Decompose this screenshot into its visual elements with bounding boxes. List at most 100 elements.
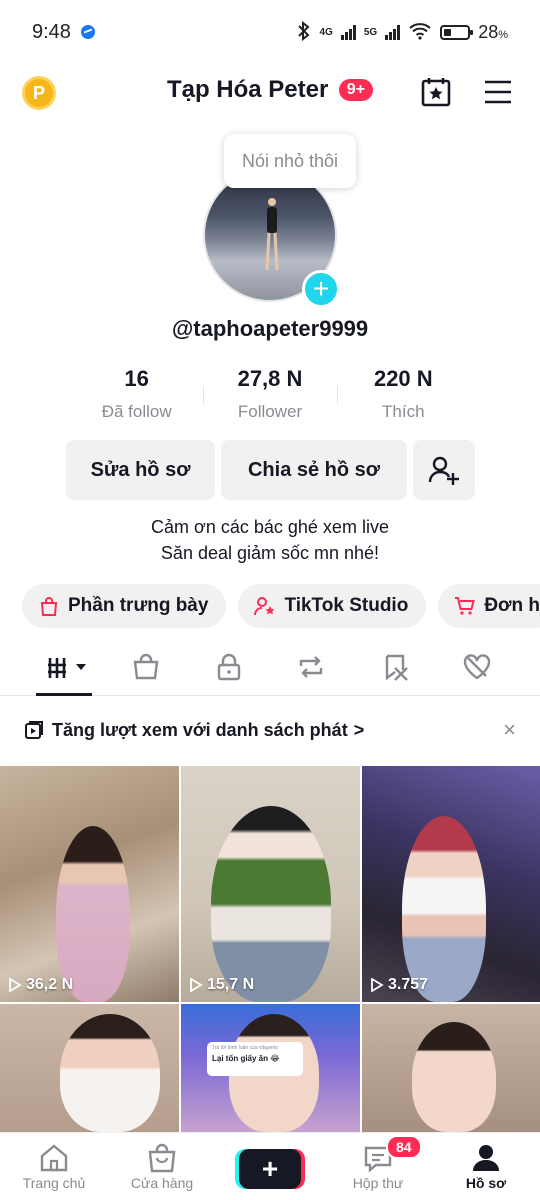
create-button[interactable]: + <box>239 1149 301 1189</box>
status-icons: 4G 5G 28% <box>296 20 508 44</box>
chip-studio-label: TikTok Studio <box>284 595 409 616</box>
signal-icon-2 <box>385 24 401 40</box>
chip-tiktok-studio[interactable]: TikTok Studio <box>238 584 427 628</box>
account-badge: 9+ <box>338 79 374 101</box>
network-label-4g: 4G <box>319 26 333 38</box>
view-count: 15,7 N <box>189 976 254 994</box>
video-subject <box>402 816 486 1002</box>
avatar-figure <box>265 198 279 271</box>
bio-line-1: Cảm ơn các bác ghé xem live <box>151 517 389 537</box>
share-profile-button[interactable]: Chia sẻ hồ sơ <box>221 440 407 500</box>
video-subject <box>412 1022 496 1132</box>
view-count-value: 3.757 <box>388 976 429 993</box>
bottom-nav: Trang chủ Cửa hàng + Hộp thư 84 Hồ sơ <box>0 1132 540 1200</box>
battery-icon <box>440 24 474 40</box>
tab-videos-grid-icon[interactable] <box>46 652 90 682</box>
stat-followers-value: 27,8 N <box>237 366 303 391</box>
shop-bag-icon <box>148 1143 176 1173</box>
play-icon <box>9 978 22 992</box>
tab-shop-icon[interactable] <box>131 652 161 682</box>
playlist-banner[interactable]: Tăng lượt xem với danh sách phát > × <box>24 712 516 748</box>
add-story-button[interactable]: + <box>302 270 340 308</box>
username: @taphoapeter9999 <box>171 316 369 341</box>
stats-row: 16 Đã follow 27,8 N Follower 220 N Thích <box>70 366 470 426</box>
comment-reply-sticker: Trả lời bình luận của vitquerlo Lại tốn … <box>207 1042 303 1076</box>
inbox-badge: 84 <box>386 1135 422 1159</box>
video-thumbnail[interactable]: 36,2 N <box>0 766 179 1002</box>
edit-profile-button[interactable]: Sửa hồ sơ <box>66 440 215 500</box>
nav-home-label: Trang chủ <box>22 1175 86 1191</box>
stat-followers-label: Follower <box>237 402 303 421</box>
bio-line-2: Săn deal giảm sốc mn nhé! <box>160 543 380 563</box>
video-thumbnail[interactable]: 3.757 <box>362 766 540 1002</box>
nav-inbox-label: Hộp thư <box>352 1175 404 1191</box>
video-grid: 36,2 N 15,7 N 3.757 Trả lời bình luận củ… <box>0 766 540 1132</box>
tab-active-indicator <box>36 693 92 696</box>
reply-sticker-text: Lại tốn giấy ăn 😂 <box>212 1054 280 1063</box>
network-label-5g: 5G <box>363 26 378 38</box>
nav-home[interactable]: Trang chủ <box>0 1133 108 1200</box>
view-count-value: 36,2 N <box>26 976 74 993</box>
stat-following-value: 16 <box>124 366 149 391</box>
add-user-icon <box>428 456 459 485</box>
nav-profile[interactable]: Hồ sơ <box>432 1133 540 1200</box>
menu-icon[interactable] <box>484 78 512 106</box>
video-thumbnail[interactable]: Trả lời bình luận của vitquerlo Lại tốn … <box>181 1004 360 1132</box>
home-icon <box>40 1144 68 1172</box>
close-icon[interactable]: × <box>503 717 516 743</box>
nav-profile-label: Hồ sơ <box>465 1175 507 1191</box>
nav-shop[interactable]: Cửa hàng <box>108 1133 216 1200</box>
calendar-star-icon[interactable] <box>420 76 452 108</box>
tab-repost-icon[interactable] <box>296 652 326 682</box>
video-thumbnail[interactable]: 15,7 N <box>181 766 360 1002</box>
nav-create[interactable]: + <box>216 1133 324 1200</box>
view-count-value: 15,7 N <box>207 976 255 993</box>
status-time: 9:48 <box>32 20 71 43</box>
stat-following[interactable]: 16 Đã follow <box>70 366 203 426</box>
stat-followers[interactable]: 27,8 N Follower <box>203 366 336 426</box>
nav-shop-label: Cửa hàng <box>130 1175 194 1191</box>
content-tabs <box>0 642 540 696</box>
nav-inbox[interactable]: Hộp thư 84 <box>324 1133 432 1200</box>
chip-showcase-label: Phần trưng bày <box>68 595 209 616</box>
play-icon <box>190 978 203 992</box>
stat-likes-label: Thích <box>382 402 425 421</box>
chip-showcase[interactable]: Phần trưng bày <box>22 584 227 628</box>
messenger-icon <box>80 25 95 39</box>
battery-value: 28 <box>478 21 499 42</box>
title-wrap: Tạp Hóa Peter 9+ <box>0 76 540 104</box>
profile-note-bubble[interactable]: Nói nhỏ thôi <box>224 134 356 188</box>
tab-favorites-icon[interactable] <box>381 652 411 682</box>
video-subject <box>60 1014 160 1132</box>
bag-icon <box>40 597 58 616</box>
profile-person-icon <box>473 1145 499 1171</box>
video-thumbnail[interactable] <box>0 1004 179 1132</box>
shortcut-chips: Phần trưng bày TikTok Studio Đơn h <box>22 584 540 628</box>
stat-likes[interactable]: 220 N Thích <box>336 366 470 426</box>
video-subject <box>211 806 331 1002</box>
view-count: 36,2 N <box>8 976 73 994</box>
chip-orders-label: Đơn h <box>484 595 540 616</box>
tab-liked-icon[interactable] <box>462 652 492 682</box>
stat-likes-value: 220 N <box>373 366 433 391</box>
view-count: 3.757 <box>370 976 428 994</box>
signal-icon <box>340 24 356 40</box>
account-title[interactable]: Tạp Hóa Peter <box>167 76 328 103</box>
chip-orders[interactable]: Đơn h <box>438 584 540 628</box>
chevron-right-icon: > <box>353 719 365 740</box>
status-bar: 9:48 4G 5G 28% <box>0 0 540 64</box>
stat-following-label: Đã follow <box>101 402 172 421</box>
wifi-icon <box>408 22 432 43</box>
bluetooth-icon <box>296 20 312 44</box>
tab-private-lock-icon[interactable] <box>214 652 244 682</box>
video-thumbnail[interactable] <box>362 1004 540 1132</box>
profile-actions: Sửa hồ sơ Chia sẻ hồ sơ <box>66 440 475 500</box>
play-icon <box>371 978 384 992</box>
battery-percent: 28% <box>478 21 508 42</box>
cart-icon <box>455 597 476 615</box>
playlist-banner-text: Tăng lượt xem với danh sách phát <box>52 719 348 740</box>
studio-icon <box>254 597 275 616</box>
add-friend-button[interactable] <box>413 440 475 500</box>
profile-header: P Tạp Hóa Peter 9+ <box>0 64 540 120</box>
bio: Cảm ơn các bác ghé xem live Săn deal giả… <box>0 514 540 566</box>
